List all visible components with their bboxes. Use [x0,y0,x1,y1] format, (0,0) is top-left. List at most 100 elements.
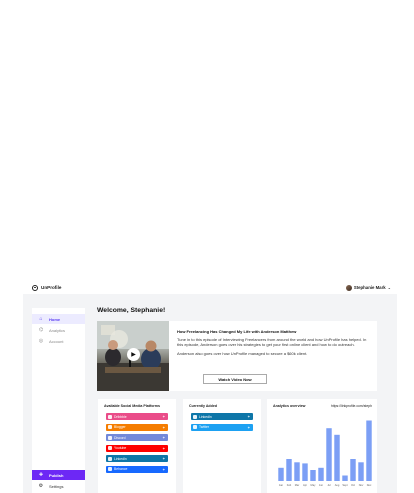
sidebar-bottom: ✚ Publish ⚙ Settings [32,470,85,492]
sidebar-item-home[interactable]: ⌂ Home [32,314,85,324]
tick-label-dec: Dec [367,483,372,487]
platform-item-youtube[interactable]: Youtube + [106,444,168,452]
tick-label-may: May [311,483,317,487]
linkedin-icon [108,456,112,461]
currently-added-card: Currently Added LinkedIn + Twitter + [183,399,261,493]
card-title: Currently Added [189,404,218,408]
watch-video-button[interactable]: Watch Video Now [203,374,267,384]
sidebar: ⌂ Home ⌬ Analytics ◎ Account ✚ Publish ⚙… [32,308,85,493]
platform-label: Youtube [114,446,127,450]
bar-mar [294,462,300,481]
behance-icon [108,467,112,471]
bar-may [310,470,316,481]
brand-logo-icon [32,284,38,291]
twitter-icon [193,425,197,429]
platform-item-dribbble[interactable]: Dribbble + [106,413,168,420]
platform-item-behance[interactable]: Behance + [106,465,168,473]
bar-dec [366,420,372,481]
video-description: Tune in to this episode of Interviewing … [177,336,367,348]
play-icon: ▶ [131,352,136,358]
page-title: Welcome, Stephanie! [97,307,166,314]
sidebar-item-analytics[interactable]: ⌬ Analytics [32,325,85,335]
tick-label-aug: Aug [335,483,340,487]
sidebar-item-label: Analytics [49,327,66,333]
platform-label: LinkedIn [114,456,127,461]
tick-label-jun: Jun [319,483,324,487]
bar-jul [326,428,332,481]
app-window: UnProfile Stephanie Mark ⌄ ⌂ Home ⌬ Anal… [23,281,397,493]
blogger-icon [108,425,112,429]
platform-item-linkedin[interactable]: LinkedIn + [106,455,168,462]
publish-icon: ✚ [38,472,44,478]
profile-link[interactable]: https://linkprofile.com/steph [331,404,372,408]
tick-label-apr: Apr [303,483,307,487]
bar-oct [350,459,356,481]
platform-label: Discord [114,435,126,440]
tick-label-jan: Jan [279,483,284,487]
card-title: Available Social Media Platforms [104,404,160,408]
sidebar-item-label: Account [49,338,64,344]
linkedin-icon [193,414,197,419]
youtube-icon [108,446,112,450]
tick-label-feb: Feb [287,483,292,487]
user-name: Stephanie Mark [353,285,386,290]
bar-apr [302,463,308,481]
video-description-block: How Freelancing Has Changed My Life with… [177,329,372,356]
user-menu[interactable]: Stephanie Mark ⌄ [345,284,391,291]
featured-video-card: ▶ How Freelancing Has Changed My Life wi… [97,321,377,391]
sidebar-item-settings[interactable]: ⚙ Settings [32,481,85,491]
add-icon[interactable]: + [163,435,165,440]
platform-label: LinkedIn [199,414,212,419]
video-description-2: Anderson also goes over how UnProfile ma… [177,350,308,356]
publish-label: Publish [49,472,64,478]
add-icon[interactable]: + [248,414,250,419]
tick-label-jul: Jul [327,483,331,487]
card-title: Analytics overview [273,404,306,408]
bar-jan [278,467,284,481]
platform-label: Dribbble [114,414,127,419]
video-thumbnail[interactable]: ▶ [97,321,169,391]
top-bar: UnProfile Stephanie Mark ⌄ [23,281,397,294]
analytics-overview-card: Analytics overview https://linkprofile.c… [267,399,377,493]
home-icon: ⌂ [39,316,43,322]
platform-label: Behance [114,467,128,471]
add-icon[interactable]: + [163,446,165,451]
discord-icon [108,435,112,440]
tick-label-oct: Oct [351,483,355,487]
add-icon[interactable]: + [248,425,250,430]
brand[interactable]: UnProfile [32,284,62,291]
sidebar-item-label: Home [49,316,61,322]
platform-label: Twitter [199,425,209,429]
bar-nov [358,462,364,481]
bar-aug [334,434,340,481]
platform-item-discord[interactable]: Discord + [106,434,168,441]
sidebar-item-account[interactable]: ◎ Account [32,336,85,346]
platform-item-twitter[interactable]: Twitter + [191,423,253,431]
tick-label-mar: Mar [295,483,300,487]
add-icon[interactable]: + [163,414,165,419]
chevron-down-icon: ⌄ [387,285,391,290]
play-button[interactable]: ▶ [127,348,140,361]
bar-jun [318,467,324,481]
platform-item-blogger[interactable]: Blogger + [106,423,168,431]
add-icon[interactable]: + [163,425,165,430]
bar-feb [286,459,292,481]
platform-label: Blogger [114,425,126,429]
tick-label-nov: Nov [359,483,364,487]
tick-label-sept: Sept [342,483,348,487]
dribbble-icon [108,414,112,419]
analytics-bar-chart: Jan Feb Mar Apr May Jun Jul Aug Sept Oct Nov Dec [278,420,372,487]
avatar [345,284,352,291]
analytics-icon: ⌬ [38,327,44,333]
brand-name: UnProfile [41,285,62,290]
settings-label: Settings [49,483,64,489]
bar-sept [342,475,348,481]
gear-icon: ⚙ [38,483,44,489]
video-title: How Freelancing Has Changed My Life with… [177,329,297,334]
account-icon: ◎ [38,338,44,344]
platform-item-linkedin[interactable]: LinkedIn + [191,413,253,420]
available-platforms-card: Available Social Media Platforms Dribbbl… [98,399,176,493]
add-icon[interactable]: + [163,467,165,472]
add-icon[interactable]: + [163,456,165,461]
publish-button[interactable]: ✚ Publish [32,470,85,480]
